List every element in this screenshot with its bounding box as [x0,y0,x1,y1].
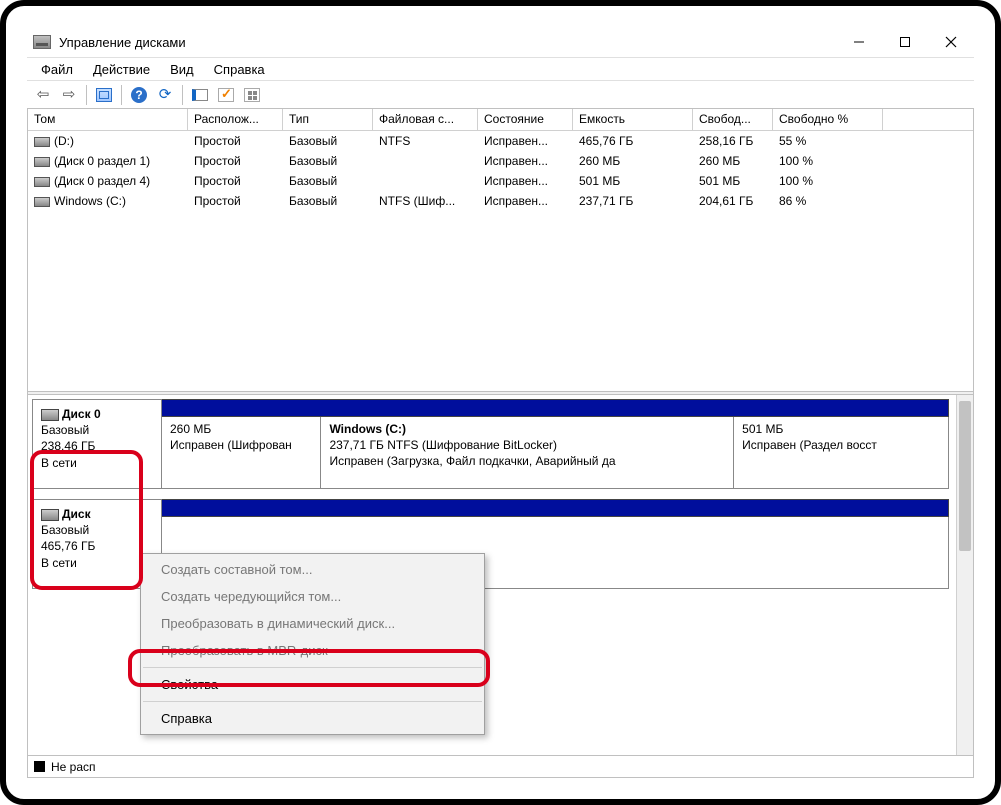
disk-icon [41,409,59,421]
col-layout[interactable]: Располож... [188,109,283,130]
col-free-pct[interactable]: Свободно % [773,109,883,130]
volume-list[interactable]: (D:)ПростойБазовыйNTFSИсправен...465,76 … [28,131,973,391]
context-menu-item[interactable]: Справка [141,705,484,732]
partition-cell[interactable]: 501 МБИсправен (Раздел восст [734,417,949,489]
col-capacity[interactable]: Емкость [573,109,693,130]
help-icon: ? [131,87,147,103]
context-menu-separator [143,701,482,702]
legend-label-unallocated: Не расп [51,760,96,774]
menu-help[interactable]: Справка [204,60,275,79]
partition-cell[interactable]: 260 МБИсправен (Шифрован [162,417,321,489]
disk-header-bar [162,499,949,517]
scrollbar-thumb[interactable] [959,401,971,551]
toolbar-separator [121,85,122,105]
maximize-button[interactable] [882,27,928,57]
volume-icon [34,137,50,147]
disk-row[interactable]: Диск 0Базовый238,46 ГБВ сети260 МБИсправ… [32,399,949,489]
properties-button[interactable] [188,83,212,107]
col-volume[interactable]: Том [28,109,188,130]
help-button[interactable]: ? [127,83,151,107]
refresh-button[interactable] [153,83,177,107]
table-row[interactable]: (Диск 0 раздел 1)ПростойБазовыйИсправен.… [28,151,973,171]
properties-icon [192,89,208,101]
show-hide-console-button[interactable] [92,83,116,107]
toolbar-separator [182,85,183,105]
toolbar: ? [27,81,974,109]
disk-header-bar [162,399,949,417]
context-menu-item[interactable]: Свойства [141,671,484,698]
menu-bar: Файл Действие Вид Справка [27,57,974,81]
volume-icon [34,157,50,167]
context-menu-item: Преобразовать в динамический диск... [141,610,484,637]
scrollbar-vertical[interactable] [956,395,973,755]
legend-bar: Не расп [28,755,973,777]
disk-icon [41,509,59,521]
menu-action[interactable]: Действие [83,60,160,79]
close-button[interactable] [928,27,974,57]
toolbar-separator [86,85,87,105]
context-menu-separator [143,667,482,668]
title-bar: Управление дисками [27,27,974,57]
arrow-left-icon [37,85,50,104]
col-status[interactable]: Состояние [478,109,573,130]
nav-back-button[interactable] [31,83,55,107]
options-button[interactable] [240,83,264,107]
col-free[interactable]: Свобод... [693,109,773,130]
refresh-icon [159,85,172,104]
volume-list-header: Том Располож... Тип Файловая с... Состоя… [28,109,973,131]
nav-forward-button[interactable] [57,83,81,107]
console-tree-icon [96,88,112,102]
disk-label[interactable]: Диск 0Базовый238,46 ГБВ сети [32,399,162,489]
app-icon [33,35,51,49]
window-title: Управление дисками [59,35,186,50]
context-menu-item: Создать чередующийся том... [141,583,484,610]
settings-button[interactable] [214,83,238,107]
volume-icon [34,177,50,187]
arrow-right-icon [63,85,76,104]
col-type[interactable]: Тип [283,109,373,130]
col-filesystem[interactable]: Файловая с... [373,109,478,130]
minimize-button[interactable] [836,27,882,57]
legend-swatch-unallocated [34,761,45,772]
context-menu-item: Создать составной том... [141,556,484,583]
options-icon [244,88,260,102]
table-row[interactable]: (Диск 0 раздел 4)ПростойБазовыйИсправен.… [28,171,973,191]
context-menu-item: Преобразовать в MBR-диск [141,637,484,664]
check-icon [218,88,234,102]
partition-cell[interactable]: Windows (C:)237,71 ГБ NTFS (Шифрование B… [321,417,734,489]
table-row[interactable]: (D:)ПростойБазовыйNTFSИсправен...465,76 … [28,131,973,151]
volume-icon [34,197,50,207]
context-menu[interactable]: Создать составной том...Создать чередующ… [140,553,485,735]
table-row[interactable]: Windows (C:)ПростойБазовыйNTFS (Шиф...Ис… [28,191,973,211]
menu-file[interactable]: Файл [31,60,83,79]
menu-view[interactable]: Вид [160,60,204,79]
